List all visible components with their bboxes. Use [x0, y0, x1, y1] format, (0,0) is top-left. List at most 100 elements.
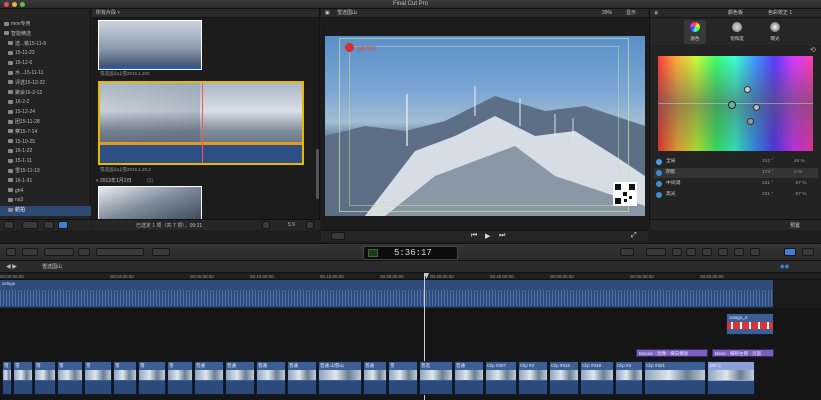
- global-puck[interactable]: [744, 86, 751, 93]
- transition-title-clip[interactable]: Mosaic - 图像 - 横向擦除: [636, 349, 708, 357]
- color-row-amount[interactable]: -57 %: [794, 190, 807, 200]
- storyline-clip[interactable]: Clip #307: [485, 361, 517, 395]
- color-row-angle[interactable]: 231 °: [762, 190, 773, 200]
- shadows-puck[interactable]: [728, 101, 736, 109]
- storyline-clip[interactable]: Clip #3: [615, 361, 643, 395]
- reset-icon[interactable]: ⟲: [810, 46, 816, 54]
- library-item[interactable]: 16-1-22: [0, 147, 91, 157]
- photo-browser-icon[interactable]: [686, 248, 696, 256]
- dashboard-timecode[interactable]: 5:36:17: [363, 246, 458, 260]
- timeline-ruler[interactable]: 00:00:00:00 00:04:00:00 00:05:00:00 00:10:0…: [0, 273, 821, 280]
- storyline-clip[interactable]: 雪: [2, 361, 12, 395]
- title-browser-icon[interactable]: [718, 248, 728, 256]
- media-browser-icon[interactable]: [672, 248, 682, 256]
- list-view-icon[interactable]: [44, 221, 54, 229]
- import-icon[interactable]: [22, 248, 38, 256]
- share-icon[interactable]: [802, 248, 814, 256]
- add-icon[interactable]: +: [808, 57, 812, 63]
- storyline-clip[interactable]: 普通: [194, 361, 224, 395]
- color-row-angle[interactable]: 212 °: [762, 157, 773, 167]
- logo-clip[interactable]: zelogo_4: [726, 313, 774, 335]
- highlights-puck[interactable]: [747, 118, 754, 125]
- browser-clip-thumbnail[interactable]: [98, 20, 202, 70]
- color-control-row[interactable]: 全局 212 ° 46 %: [654, 157, 818, 167]
- storyline-clip[interactable]: 雪: [57, 361, 83, 395]
- library-item[interactable]: 智能精选: [0, 30, 91, 40]
- retime-icon[interactable]: [646, 248, 666, 256]
- transition-title-clip[interactable]: Basic - 横移左侧 - 页面: [712, 349, 774, 357]
- color-control-row[interactable]: 中间调 231 ° -57 %: [654, 179, 818, 189]
- viewer-tools-icon[interactable]: [331, 232, 345, 240]
- library-item[interactable]: 15-11-22: [0, 49, 91, 59]
- inspector-icon[interactable]: ◉: [654, 9, 658, 18]
- filmstrip-view-icon[interactable]: [58, 221, 68, 229]
- storyline-clip[interactable]: Clip #321: [644, 361, 706, 395]
- color-row-angle[interactable]: 231 °: [762, 179, 773, 189]
- filter-dropdown[interactable]: 所有片段: [96, 10, 116, 16]
- library-item[interactable]: 航拍: [0, 206, 91, 216]
- storyline-clip[interactable]: 普通: [363, 361, 387, 395]
- midtones-puck[interactable]: [753, 104, 760, 111]
- viewer-zoom[interactable]: 39%: [602, 9, 612, 18]
- enhancements-icon[interactable]: [620, 248, 634, 256]
- color-row-angle[interactable]: 173 °: [762, 168, 773, 178]
- generators-icon[interactable]: [734, 248, 744, 256]
- storyline-clip[interactable]: 普通: [287, 361, 317, 395]
- storyline-clip[interactable]: 雪: [167, 361, 193, 395]
- storyline-clip[interactable]: 普通 山雪山: [318, 361, 362, 395]
- library-item[interactable]: 聚会16-2-12: [0, 89, 91, 99]
- library-item[interactable]: mov专用: [0, 20, 91, 30]
- tab-color[interactable]: 颜色: [684, 20, 706, 44]
- storyline-clip[interactable]: 普通: [225, 361, 255, 395]
- previous-frame-button[interactable]: ⏮: [471, 232, 477, 240]
- storyline-clip[interactable]: 雪: [84, 361, 112, 395]
- viewer-view-menu[interactable]: 显示: [626, 9, 636, 18]
- microphone-icon[interactable]: [6, 248, 16, 256]
- library-item[interactable]: 雪15-11-13: [0, 167, 91, 177]
- library-item[interactable]: nx3: [0, 196, 91, 206]
- library-item[interactable]: 15-12-24: [0, 108, 91, 118]
- storyline-clip[interactable]: 雪: [388, 361, 418, 395]
- library-item[interactable]: 15-1-11: [0, 157, 91, 167]
- color-row-amount[interactable]: -57 %: [794, 179, 807, 189]
- browser-scrollbar[interactable]: [316, 149, 319, 199]
- play-button[interactable]: ▶: [485, 232, 490, 240]
- select-tool-icon[interactable]: [152, 248, 170, 256]
- tab-exposure[interactable]: 曝光: [764, 20, 786, 44]
- library-action-icon[interactable]: [4, 221, 14, 229]
- timeline-back-icon[interactable]: ◀ ▶: [6, 263, 17, 270]
- color-row-amount[interactable]: 0 %: [794, 168, 802, 178]
- browser-clip-selected[interactable]: [98, 81, 304, 165]
- library-item[interactable]: 15-10-25: [0, 138, 91, 148]
- keywords-icon[interactable]: [44, 248, 74, 256]
- themes-icon[interactable]: [750, 248, 760, 256]
- library-item[interactable]: 评选15-12-22: [0, 79, 91, 89]
- viewer-dropdown-icon[interactable]: ▣: [325, 9, 330, 18]
- clip-appearance-icon[interactable]: [262, 221, 270, 229]
- library-item[interactable]: 察15-7-14: [0, 128, 91, 138]
- video-frame[interactable]: 创新智能: [325, 36, 645, 216]
- timeline-zoom-icon[interactable]: ◆◆: [780, 263, 789, 270]
- color-board[interactable]: +: [658, 56, 813, 151]
- tab-saturation[interactable]: 饱和度: [726, 20, 748, 44]
- browser-settings-icon[interactable]: [306, 221, 314, 229]
- storyline-clip[interactable]: 雪: [113, 361, 137, 395]
- storyline-clip[interactable]: Clip #3: [518, 361, 548, 395]
- storyline-clip[interactable]: 雪: [34, 361, 56, 395]
- date-group-header[interactable]: ▾ 2013年1月2日 (1): [96, 177, 153, 184]
- storyline-clip[interactable]: Clip #318: [580, 361, 614, 395]
- color-control-row[interactable]: 高光 231 ° -57 %: [654, 190, 818, 200]
- library-item[interactable]: 16-1-31: [0, 177, 91, 187]
- library-item[interactable]: 水...15-11-11: [0, 69, 91, 79]
- library-item[interactable]: 15-12-6: [0, 59, 91, 69]
- library-item[interactable]: gh4: [0, 187, 91, 197]
- storyline-clip[interactable]: 普通: [454, 361, 484, 395]
- library-item[interactable]: 团15-11-28: [0, 118, 91, 128]
- music-browser-icon[interactable]: [702, 248, 712, 256]
- audio-track[interactable]: zelogo: [0, 280, 773, 308]
- storyline-clip[interactable]: 389 C: [707, 361, 755, 395]
- library-item[interactable]: 选...桃15-11-9: [0, 40, 91, 50]
- edit-buttons-group[interactable]: [96, 248, 144, 256]
- next-frame-button[interactable]: ⏭: [499, 232, 505, 240]
- background-tasks-icon[interactable]: [78, 248, 90, 256]
